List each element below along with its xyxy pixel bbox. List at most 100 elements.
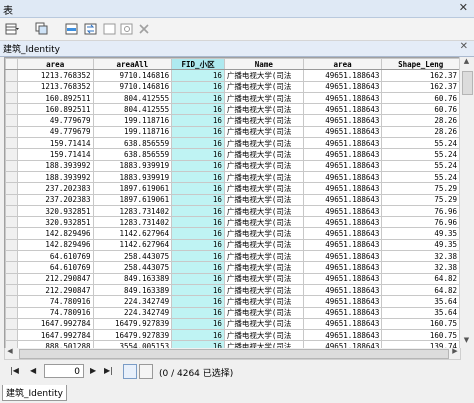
- cell-areaall[interactable]: 224.342749: [92, 295, 173, 308]
- cell-fid-xiaoqu[interactable]: 16: [171, 216, 225, 229]
- cell-shape-length[interactable]: 75.29: [381, 182, 460, 195]
- clear-selection-icon[interactable]: [101, 21, 119, 38]
- cell-area[interactable]: 159.71414: [16, 137, 94, 150]
- cell-area[interactable]: 64.610769: [16, 261, 94, 274]
- row-selector[interactable]: [5, 216, 18, 229]
- cell-name[interactable]: 广播电视大学(司法: [223, 91, 304, 105]
- table-row[interactable]: 64.610769 258.443075 16 广播电视大学(司法 49651.1886…: [5, 261, 460, 274]
- close-tab-icon[interactable]: ✕: [460, 41, 468, 52]
- cell-area[interactable]: 74.780916: [16, 295, 94, 308]
- cell-shape-length[interactable]: 160.75: [381, 317, 460, 331]
- column-header-shape-length[interactable]: Shape_Leng: [381, 58, 460, 71]
- show-all-records-icon[interactable]: [123, 364, 137, 379]
- row-selector[interactable]: [5, 182, 18, 195]
- table-row[interactable]: 1647.992784 16479.927839 16 广播电视大学(司法 49651.…: [5, 317, 460, 331]
- cell-area-2[interactable]: 49651.188643: [302, 182, 383, 195]
- delete-selected-icon[interactable]: [135, 21, 153, 38]
- row-selector[interactable]: [5, 204, 18, 218]
- cell-shape-length[interactable]: 35.64: [381, 295, 460, 308]
- cell-shape-length[interactable]: 60.76: [381, 103, 460, 116]
- cell-area-2[interactable]: 49651.188643: [302, 91, 383, 105]
- horizontal-scroll-thumb[interactable]: [19, 349, 449, 359]
- cell-shape-length[interactable]: 75.29: [381, 193, 460, 206]
- cell-areaall[interactable]: 1883.939919: [92, 159, 173, 172]
- cell-shape-length[interactable]: 35.64: [381, 306, 460, 319]
- cell-area-2[interactable]: 49651.188643: [302, 317, 383, 331]
- cell-area[interactable]: 1647.992784: [16, 329, 94, 342]
- scroll-down-icon[interactable]: ▼: [460, 336, 473, 348]
- table-row[interactable]: 212.290847 849.163389 16 广播电视大学(司法 49651.188…: [5, 272, 460, 285]
- cell-area-2[interactable]: 49651.188643: [302, 193, 383, 206]
- row-selector[interactable]: [5, 80, 18, 93]
- cell-area-2[interactable]: 49651.188643: [302, 306, 383, 319]
- cell-fid-xiaoqu[interactable]: 16: [171, 295, 225, 308]
- column-header-area[interactable]: area: [16, 58, 94, 71]
- cell-area-2[interactable]: 49651.188643: [302, 114, 383, 127]
- cell-name[interactable]: 广播电视大学(司法: [223, 193, 304, 206]
- cell-fid-xiaoqu[interactable]: 16: [171, 227, 225, 240]
- cell-shape-length[interactable]: 49.35: [381, 227, 460, 240]
- cell-fid-xiaoqu[interactable]: 16: [171, 114, 225, 127]
- cell-areaall[interactable]: 1283.731402: [92, 216, 173, 229]
- cell-shape-length[interactable]: 55.24: [381, 148, 460, 161]
- cell-areaall[interactable]: 9710.146816: [92, 69, 173, 82]
- cell-areaall[interactable]: 16479.927839: [92, 329, 173, 342]
- cell-shape-length[interactable]: 55.24: [381, 170, 460, 184]
- cell-area[interactable]: 160.892511: [16, 91, 94, 105]
- next-record-icon[interactable]: ▶: [90, 366, 96, 375]
- cell-name[interactable]: 广播电视大学(司法: [223, 272, 304, 285]
- table-row[interactable]: 320.932851 1283.731402 16 广播电视大学(司法 49651.18…: [5, 204, 460, 218]
- row-selector[interactable]: [5, 103, 18, 116]
- cell-shape-length[interactable]: 32.38: [381, 261, 460, 274]
- cell-name[interactable]: 广播电视大学(司法: [223, 216, 304, 229]
- cell-name[interactable]: 广播电视大学(司法: [223, 182, 304, 195]
- row-selector[interactable]: [5, 125, 18, 139]
- table-options-icon[interactable]: [3, 21, 21, 38]
- cell-fid-xiaoqu[interactable]: 16: [171, 306, 225, 319]
- cell-area[interactable]: 49.779679: [16, 114, 94, 127]
- cell-name[interactable]: 广播电视大学(司法: [223, 170, 304, 184]
- cell-fid-xiaoqu[interactable]: 16: [171, 182, 225, 195]
- row-selector[interactable]: [5, 69, 18, 82]
- cell-name[interactable]: 广播电视大学(司法: [223, 69, 304, 82]
- cell-areaall[interactable]: 1897.619061: [92, 193, 173, 206]
- cell-area-2[interactable]: 49651.188643: [302, 329, 383, 342]
- row-selector[interactable]: [5, 295, 18, 308]
- cell-areaall[interactable]: 224.342749: [92, 306, 173, 319]
- cell-name[interactable]: 广播电视大学(司法: [223, 125, 304, 139]
- cell-areaall[interactable]: 804.412555: [92, 91, 173, 105]
- row-selector[interactable]: [5, 329, 18, 342]
- cell-area[interactable]: 1213.768352: [16, 80, 94, 93]
- current-record-field[interactable]: 0: [44, 364, 84, 378]
- cell-areaall[interactable]: 849.163389: [92, 283, 173, 297]
- cell-area[interactable]: 142.829496: [16, 238, 94, 252]
- cell-area[interactable]: 74.780916: [16, 306, 94, 319]
- cell-shape-length[interactable]: 55.24: [381, 159, 460, 172]
- cell-area[interactable]: 160.892511: [16, 103, 94, 116]
- column-header-areaall[interactable]: areaAll: [92, 58, 173, 71]
- cell-areaall[interactable]: 9710.146816: [92, 80, 173, 93]
- cell-shape-length[interactable]: 160.75: [381, 329, 460, 342]
- row-selector[interactable]: [5, 272, 18, 285]
- cell-fid-xiaoqu[interactable]: 16: [171, 125, 225, 139]
- table-row[interactable]: 237.202383 1897.619061 16 广播电视大学(司法 49651.18…: [5, 193, 460, 206]
- select-by-attributes-icon[interactable]: [63, 21, 81, 38]
- cell-shape-length[interactable]: 28.26: [381, 114, 460, 127]
- cell-area[interactable]: 1213.768352: [16, 69, 94, 82]
- table-row[interactable]: 64.610769 258.443075 16 广播电视大学(司法 49651.1886…: [5, 250, 460, 263]
- cell-area[interactable]: 320.932851: [16, 216, 94, 229]
- cell-area-2[interactable]: 49651.188643: [302, 80, 383, 93]
- cell-area-2[interactable]: 49651.188643: [302, 261, 383, 274]
- table-row[interactable]: 159.71414 638.856559 16 广播电视大学(司法 49651.1886…: [5, 148, 460, 161]
- cell-areaall[interactable]: 1883.939919: [92, 170, 173, 184]
- table-row[interactable]: 159.71414 638.856559 16 广播电视大学(司法 49651.1886…: [5, 137, 460, 150]
- cell-areaall[interactable]: 638.856559: [92, 148, 173, 161]
- cell-fid-xiaoqu[interactable]: 16: [171, 170, 225, 184]
- cell-area[interactable]: 1647.992784: [16, 317, 94, 331]
- cell-fid-xiaoqu[interactable]: 16: [171, 204, 225, 218]
- cell-fid-xiaoqu[interactable]: 16: [171, 103, 225, 116]
- row-selector[interactable]: [5, 148, 18, 161]
- cell-areaall[interactable]: 638.856559: [92, 137, 173, 150]
- cell-shape-length[interactable]: 55.24: [381, 137, 460, 150]
- cell-areaall[interactable]: 1897.619061: [92, 182, 173, 195]
